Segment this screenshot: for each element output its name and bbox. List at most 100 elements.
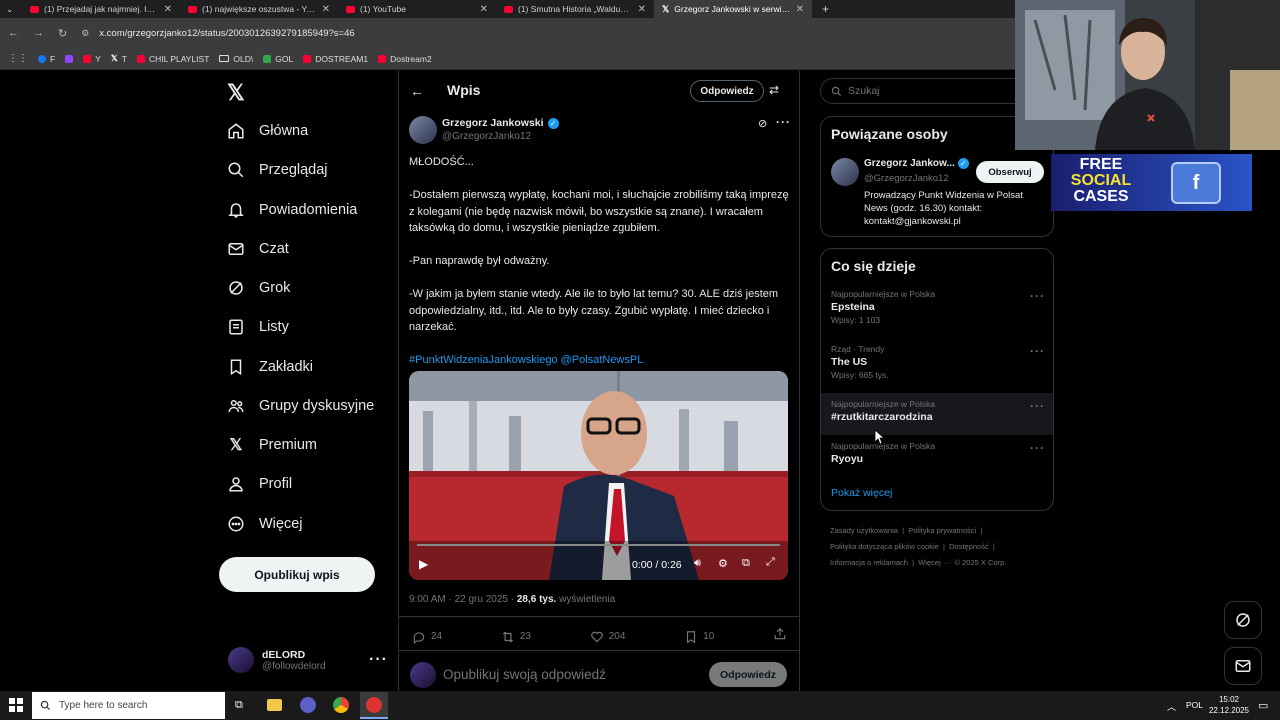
settings-icon[interactable]: ⚙	[718, 557, 728, 570]
reply-input[interactable]: Opublikuj swoją odpowiedź	[443, 667, 606, 682]
trend-item[interactable]: Najpopularniejsze w Polska Ryoyu ···	[831, 441, 1045, 465]
trends-panel: Co się dzieje Najpopularniejsze w Polska…	[820, 248, 1054, 511]
language-indicator[interactable]: POL	[1186, 700, 1203, 710]
bookmark-dostream2[interactable]: Dostream2	[378, 54, 432, 64]
bookmark-t[interactable]: 𝕏T	[111, 53, 127, 64]
account-switcher[interactable]: dELORD @followdelord ···	[228, 647, 388, 673]
back-arrow-icon[interactable]: ←	[410, 83, 424, 99]
app-icon[interactable]	[300, 697, 316, 713]
follow-button[interactable]: Obserwuj	[976, 161, 1044, 183]
bookmark-y[interactable]: Y	[83, 54, 101, 64]
author-handle[interactable]: @GrzegorzJanko12	[442, 131, 531, 142]
search-icon	[40, 700, 51, 711]
author-avatar[interactable]	[409, 116, 437, 144]
bookmark-dostream1[interactable]: DOSTREAM1	[303, 54, 368, 64]
apps-icon[interactable]: ⋮⋮	[8, 53, 28, 64]
chrome-icon[interactable]	[333, 697, 349, 713]
related-avatar[interactable]	[831, 158, 859, 186]
forward-icon[interactable]: →	[33, 27, 44, 39]
settings-sliders-icon[interactable]: ⇄	[769, 83, 779, 97]
repost-icon	[502, 631, 513, 642]
bookmark-f[interactable]: F	[38, 54, 55, 64]
windows-start-icon[interactable]	[9, 698, 23, 712]
nav-home[interactable]: Główna	[227, 122, 308, 140]
more-horizontal-icon[interactable]: ···	[1030, 441, 1045, 455]
tab-4[interactable]: (1) Smutna Historia „Waldusia z ✕	[496, 0, 654, 18]
bookmark-icon	[227, 358, 245, 376]
more-horizontal-icon[interactable]: ···	[1030, 344, 1045, 358]
bookmark-gol[interactable]: GOL	[263, 54, 293, 64]
bookmark-old[interactable]: OLD\	[219, 54, 253, 64]
tray-chevron-icon[interactable]: ︿	[1167, 700, 1176, 713]
nav-grok[interactable]: Grok	[227, 279, 290, 297]
reply-action[interactable]: 24	[412, 630, 442, 644]
bookmark-chil-playlist[interactable]: CHIL PLAYLIST	[136, 54, 209, 64]
nav-communities[interactable]: Grupy dyskusyjne	[227, 397, 374, 415]
search-box[interactable]: Szukaj	[820, 78, 1020, 104]
nav-notifications[interactable]: Powiadomienia	[227, 201, 357, 219]
file-explorer-icon[interactable]	[267, 699, 282, 711]
nav-lists[interactable]: Listy	[227, 318, 289, 336]
pip-icon[interactable]: ⧉	[742, 557, 750, 570]
tab-2[interactable]: (1) największe oszustwa - YouTu ✕	[180, 0, 338, 18]
more-horizontal-icon[interactable]: ···	[1030, 399, 1045, 413]
fullscreen-icon[interactable]: ⤢	[766, 556, 775, 569]
show-more-link[interactable]: Pokaż więcej	[831, 487, 892, 499]
ad-banner[interactable]: FREE SOCIAL CASES f	[1051, 154, 1252, 211]
tab-5[interactable]: 𝕏 Grzegorz Jankowski w serwisie ✕	[654, 0, 812, 18]
more-horizontal-icon[interactable]: ···	[1030, 289, 1045, 303]
post-hashtags[interactable]: #PunktWidzeniaJankowskiego @PolsatNewsPL	[409, 352, 789, 369]
author-name[interactable]: Grzegorz Jankowski	[442, 117, 544, 129]
reload-icon[interactable]: ↻	[58, 27, 67, 40]
verified-icon: ✓	[547, 117, 559, 129]
active-app-button[interactable]	[360, 692, 388, 719]
play-icon[interactable]: ▶	[419, 557, 428, 571]
notification-icon[interactable]: ▭	[1258, 699, 1268, 712]
video-player[interactable]: ▶ 0:00 / 0:26 🔊︎ ⚙ ⧉ ⤢	[409, 371, 788, 580]
x-logo-icon[interactable]: 𝕏	[227, 80, 245, 106]
close-icon[interactable]: ✕	[480, 4, 488, 15]
nav-more[interactable]: Więcej	[227, 515, 303, 533]
tab-search-button[interactable]: ⌄	[0, 0, 22, 18]
list-icon	[227, 318, 245, 336]
more-horizontal-icon[interactable]: ···	[776, 115, 791, 129]
close-icon[interactable]: ✕	[164, 4, 172, 15]
trend-item[interactable]: Rząd · Trendy The US Wpisy: 665 tys. ···	[831, 344, 1045, 380]
nav-premium[interactable]: 𝕏 Premium	[227, 436, 317, 454]
close-icon[interactable]: ✕	[322, 4, 330, 15]
site-info-icon[interactable]: ⚙	[81, 28, 89, 39]
nav-explore[interactable]: Przeglądaj	[227, 161, 328, 179]
bookmark-twitch[interactable]	[65, 54, 74, 63]
youtube-icon	[83, 54, 92, 63]
post-button[interactable]: Opublikuj wpis	[219, 557, 375, 592]
taskbar-search[interactable]: Type here to search	[32, 692, 225, 719]
nav-bookmarks[interactable]: Zakładki	[227, 358, 313, 376]
url-input[interactable]: x.com/grzegorzjanko12/status/20030126392…	[99, 28, 354, 39]
close-icon[interactable]: ✕	[796, 4, 804, 15]
reply-header-button[interactable]: Odpowiedz	[690, 80, 764, 102]
bookmark-action[interactable]: 10	[684, 630, 714, 644]
clock[interactable]: 15:02 22.12.2025	[1208, 694, 1250, 716]
reply-submit-button[interactable]: Odpowiedz	[709, 662, 787, 687]
trend-item[interactable]: Najpopularniejsze w Polska #rzutkitarcza…	[831, 399, 1045, 423]
account-name: dELORD	[262, 648, 306, 661]
tab-1[interactable]: (1) Przejadaj jak najmniej. Inwe ✕	[22, 0, 180, 18]
new-tab-button[interactable]: +	[812, 2, 829, 16]
grok-icon[interactable]: ⊘	[758, 117, 767, 130]
volume-icon[interactable]: 🔊︎	[694, 557, 701, 570]
share-action[interactable]	[773, 627, 787, 646]
task-view-icon[interactable]: ⧉	[235, 699, 243, 712]
trend-item[interactable]: Najpopularniejsze w Polska Epsteina Wpis…	[831, 289, 1045, 325]
nav-chat[interactable]: Czat	[227, 240, 289, 258]
grok-float-button[interactable]	[1224, 601, 1262, 639]
back-icon[interactable]: ←	[8, 27, 19, 39]
related-name[interactable]: Grzegorz Jankow...	[864, 158, 955, 169]
close-icon[interactable]: ✕	[638, 4, 646, 15]
nav-profile[interactable]: Profil	[227, 475, 292, 493]
tab-3[interactable]: (1) YouTube ✕	[338, 0, 496, 18]
like-action[interactable]: 204	[590, 630, 625, 644]
more-icon	[227, 515, 245, 533]
repost-action[interactable]: 23	[501, 630, 531, 644]
messages-float-button[interactable]	[1224, 647, 1262, 685]
related-handle: @GrzegorzJanko12	[864, 173, 949, 184]
